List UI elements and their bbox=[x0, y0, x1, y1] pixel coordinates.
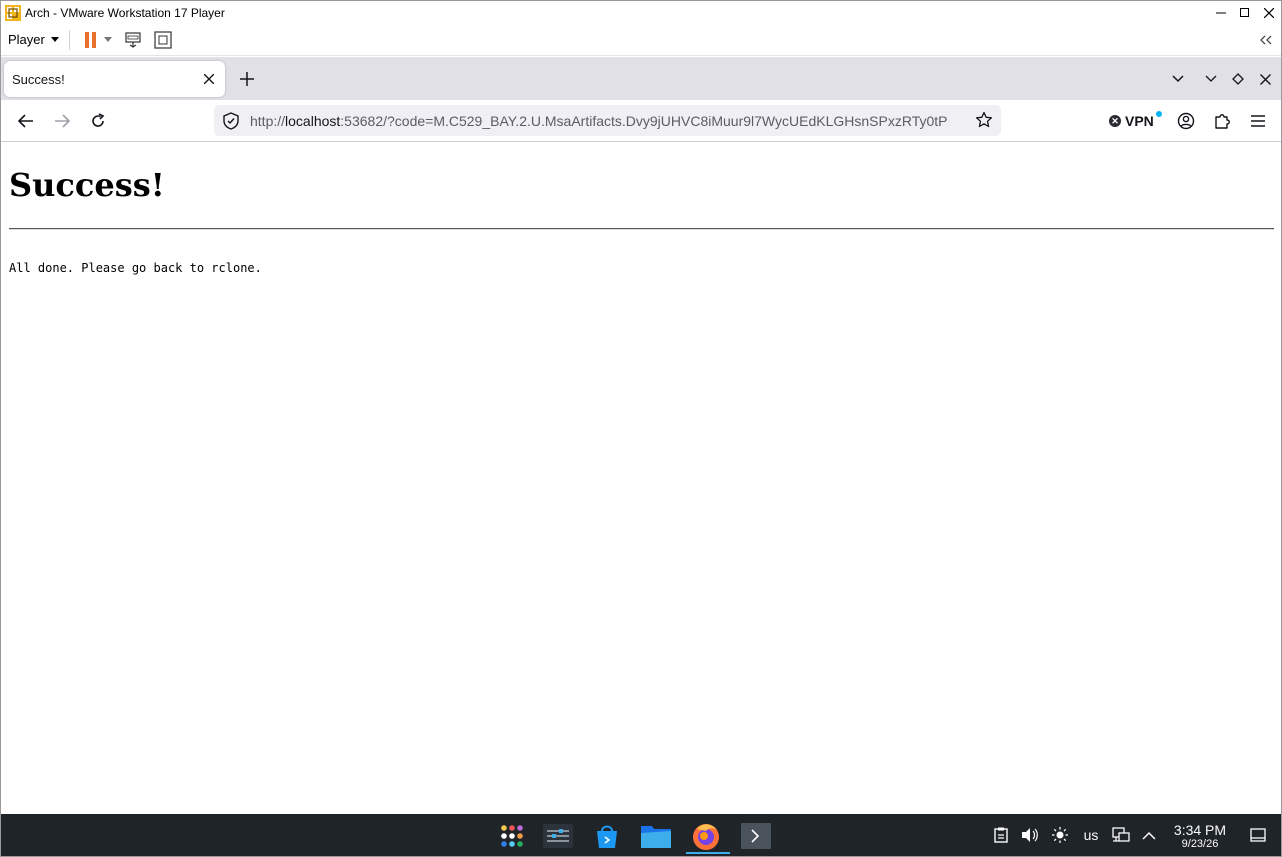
url-text: http://localhost:53682/?code=M.C529_BAY.… bbox=[250, 113, 962, 129]
window-close-icon[interactable] bbox=[1254, 68, 1276, 90]
vmware-window: Arch - VMware Workstation 17 Player Play… bbox=[0, 0, 1282, 857]
brightness-icon[interactable] bbox=[1050, 824, 1070, 846]
horizontal-rule bbox=[9, 228, 1274, 230]
vpn-button[interactable]: ✕ VPN bbox=[1109, 110, 1162, 132]
vmware-toolbar: Player bbox=[1, 24, 1281, 56]
bookmark-star-icon[interactable] bbox=[973, 109, 995, 131]
list-all-tabs-icon[interactable] bbox=[1167, 68, 1189, 90]
app-launcher-icon[interactable] bbox=[494, 818, 530, 854]
taskbar: us 3:34 PM 9/23/26 bbox=[1, 814, 1281, 856]
account-icon[interactable] bbox=[1172, 108, 1200, 134]
vpn-label: VPN bbox=[1125, 113, 1154, 129]
pause-dropdown-icon[interactable] bbox=[102, 29, 114, 51]
extensions-puzzle-icon[interactable] bbox=[1208, 108, 1236, 134]
hamburger-menu-icon[interactable] bbox=[1244, 108, 1272, 134]
url-host: localhost bbox=[285, 112, 341, 129]
show-hidden-icons-chevron-up-icon[interactable] bbox=[1139, 824, 1159, 846]
close-window-button[interactable] bbox=[1257, 1, 1281, 24]
window-minimize-icon[interactable] bbox=[1200, 68, 1222, 90]
clipboard-icon[interactable] bbox=[991, 824, 1011, 846]
tab-success[interactable]: Success! bbox=[4, 61, 225, 97]
page-heading: Success! bbox=[9, 166, 165, 204]
taskbar-clock[interactable]: 3:34 PM 9/23/26 bbox=[1171, 822, 1229, 851]
back-button[interactable] bbox=[12, 108, 40, 134]
active-app-indicator bbox=[686, 852, 730, 854]
clock-time: 3:34 PM bbox=[1173, 822, 1227, 838]
window-maximize-icon[interactable] bbox=[1227, 68, 1249, 90]
browser-tab-strip: Success! bbox=[1, 57, 1281, 100]
chevron-down-icon bbox=[50, 37, 59, 42]
clock-date: 9/23/26 bbox=[1181, 838, 1219, 850]
toolbar-divider bbox=[68, 29, 70, 50]
system-settings-icon[interactable] bbox=[540, 818, 576, 854]
player-menu[interactable]: Player bbox=[8, 32, 59, 47]
firefox-taskbar-icon[interactable] bbox=[684, 818, 730, 854]
tab-title: Success! bbox=[12, 71, 65, 87]
collapse-toolbar-icon[interactable] bbox=[1255, 29, 1277, 51]
vmware-title-bar: Arch - VMware Workstation 17 Player bbox=[1, 1, 1281, 24]
network-wired-icon[interactable] bbox=[1110, 824, 1132, 846]
browser-navigation-bar: http://localhost:53682/?code=M.C529_BAY.… bbox=[1, 100, 1281, 142]
url-path: :53682/?code=M.C529_BAY.2.U.MsaArtifacts… bbox=[340, 112, 948, 129]
window-title: Arch - VMware Workstation 17 Player bbox=[25, 5, 225, 20]
pause-icon[interactable] bbox=[80, 29, 102, 51]
file-manager-icon[interactable] bbox=[638, 818, 674, 854]
show-desktop-icon[interactable] bbox=[1247, 824, 1269, 846]
discover-store-icon[interactable] bbox=[589, 818, 625, 854]
player-menu-label: Player bbox=[8, 32, 45, 47]
url-bar[interactable]: http://localhost:53682/?code=M.C529_BAY.… bbox=[214, 105, 1001, 136]
vmware-logo-icon bbox=[5, 4, 21, 21]
reload-button[interactable] bbox=[84, 108, 112, 134]
send-ctrl-alt-del-icon[interactable] bbox=[122, 29, 144, 51]
terminal-icon[interactable] bbox=[738, 818, 774, 854]
vpn-notification-dot bbox=[1156, 111, 1162, 117]
tracking-protection-shield-icon[interactable] bbox=[221, 111, 241, 131]
maximize-button[interactable] bbox=[1233, 1, 1257, 24]
vpn-status-off-icon: ✕ bbox=[1109, 115, 1121, 127]
url-scheme: http:// bbox=[250, 112, 286, 129]
new-tab-button[interactable] bbox=[235, 67, 259, 91]
volume-icon[interactable] bbox=[1020, 824, 1040, 846]
forward-button[interactable] bbox=[48, 108, 76, 134]
fullscreen-icon[interactable] bbox=[152, 29, 174, 51]
web-page-content: Success! All done. Please go back to rcl… bbox=[1, 142, 1281, 814]
close-tab-icon[interactable] bbox=[197, 67, 221, 91]
keyboard-layout-indicator[interactable]: us bbox=[1079, 824, 1103, 846]
minimize-button[interactable] bbox=[1209, 1, 1233, 24]
page-message: All done. Please go back to rclone. bbox=[9, 261, 262, 275]
